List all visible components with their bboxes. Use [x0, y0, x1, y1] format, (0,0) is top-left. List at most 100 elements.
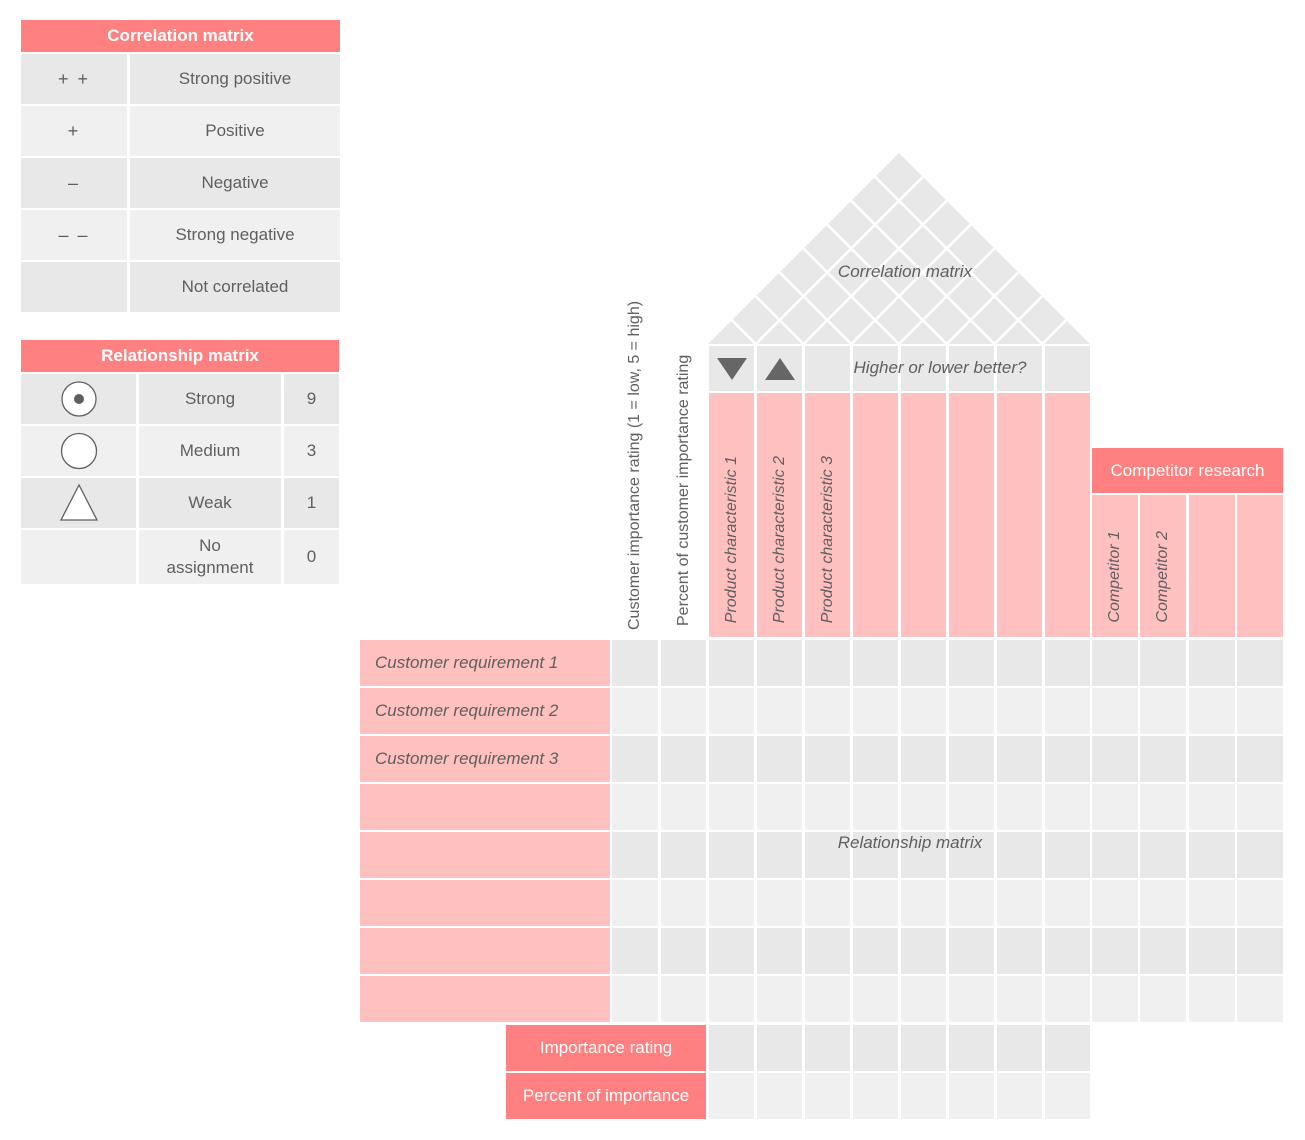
relationship-cell[interactable] — [1045, 736, 1090, 782]
percent-importance-value-cell[interactable] — [901, 1073, 946, 1119]
competitor-cell[interactable] — [1236, 784, 1283, 830]
percent-importance-cell[interactable] — [661, 688, 706, 734]
relationship-cell[interactable] — [757, 784, 802, 830]
relationship-cell[interactable] — [853, 784, 898, 830]
competitor-header[interactable] — [1236, 495, 1283, 637]
competitor-cell[interactable] — [1188, 928, 1235, 974]
competitor-cell[interactable] — [1140, 688, 1187, 734]
percent-importance-cell[interactable] — [661, 832, 706, 878]
relationship-cell[interactable] — [805, 976, 850, 1022]
relationship-cell[interactable] — [853, 736, 898, 782]
direction-cell[interactable] — [757, 346, 802, 391]
competitor-cell[interactable] — [1188, 688, 1235, 734]
relationship-cell[interactable] — [805, 880, 850, 926]
relationship-cell[interactable] — [901, 928, 946, 974]
relationship-cell[interactable] — [949, 688, 994, 734]
percent-importance-value-cell[interactable] — [757, 1073, 802, 1119]
relationship-cell[interactable] — [757, 928, 802, 974]
competitor-cell[interactable] — [1236, 832, 1283, 878]
product-characteristic-header[interactable]: Product characteristic 3 — [805, 393, 850, 637]
percent-importance-value-cell[interactable] — [853, 1073, 898, 1119]
competitor-cell[interactable] — [1236, 736, 1283, 782]
importance-rating-value-cell[interactable] — [853, 1025, 898, 1071]
importance-rating-cell[interactable] — [612, 976, 658, 1022]
competitor-cell[interactable] — [1236, 880, 1283, 926]
relationship-cell[interactable] — [757, 736, 802, 782]
direction-cell[interactable] — [709, 346, 754, 391]
product-characteristic-header[interactable] — [853, 393, 898, 637]
competitor-cell[interactable] — [1092, 976, 1138, 1022]
customer-requirement[interactable]: Customer requirement 2 — [360, 688, 610, 734]
relationship-cell[interactable] — [997, 832, 1042, 878]
competitor-cell[interactable] — [1140, 736, 1187, 782]
importance-rating-value-cell[interactable] — [805, 1025, 850, 1071]
relationship-cell[interactable] — [901, 880, 946, 926]
relationship-cell[interactable] — [949, 640, 994, 686]
customer-requirement[interactable] — [360, 880, 610, 926]
relationship-cell[interactable] — [997, 784, 1042, 830]
percent-importance-value-cell[interactable] — [709, 1073, 754, 1119]
competitor-cell[interactable] — [1236, 976, 1283, 1022]
customer-requirement[interactable] — [360, 928, 610, 974]
relationship-cell[interactable] — [805, 784, 850, 830]
relationship-cell[interactable] — [757, 688, 802, 734]
competitor-cell[interactable] — [1092, 784, 1138, 830]
customer-requirement[interactable]: Customer requirement 1 — [360, 640, 610, 686]
relationship-cell[interactable] — [901, 976, 946, 1022]
relationship-cell[interactable] — [853, 688, 898, 734]
competitor-cell[interactable] — [1140, 880, 1187, 926]
importance-rating-value-cell[interactable] — [757, 1025, 802, 1071]
relationship-cell[interactable] — [1045, 784, 1090, 830]
relationship-cell[interactable] — [709, 688, 754, 734]
competitor-cell[interactable] — [1140, 832, 1187, 878]
relationship-cell[interactable] — [949, 736, 994, 782]
competitor-cell[interactable] — [1092, 736, 1138, 782]
product-characteristic-header[interactable]: Product characteristic 2 — [757, 393, 802, 637]
relationship-cell[interactable] — [949, 928, 994, 974]
relationship-cell[interactable] — [901, 688, 946, 734]
competitor-cell[interactable] — [1092, 688, 1138, 734]
relationship-cell[interactable] — [805, 640, 850, 686]
product-characteristic-header[interactable] — [997, 393, 1042, 637]
customer-requirement[interactable] — [360, 832, 610, 878]
relationship-cell[interactable] — [997, 640, 1042, 686]
competitor-cell[interactable] — [1188, 880, 1235, 926]
relationship-cell[interactable] — [997, 976, 1042, 1022]
competitor-cell[interactable] — [1092, 832, 1138, 878]
importance-rating-value-cell[interactable] — [997, 1025, 1042, 1071]
relationship-cell[interactable] — [1045, 928, 1090, 974]
relationship-cell[interactable] — [997, 736, 1042, 782]
competitor-cell[interactable] — [1140, 784, 1187, 830]
relationship-cell[interactable] — [853, 640, 898, 686]
competitor-cell[interactable] — [1188, 640, 1235, 686]
direction-cell[interactable] — [1045, 346, 1090, 391]
percent-importance-cell[interactable] — [661, 784, 706, 830]
importance-rating-value-cell[interactable] — [1045, 1025, 1090, 1071]
competitor-cell[interactable] — [1236, 928, 1283, 974]
competitor-header[interactable]: Competitor 2 — [1140, 495, 1187, 637]
relationship-cell[interactable] — [1045, 880, 1090, 926]
product-characteristic-header[interactable] — [1045, 393, 1090, 637]
relationship-cell[interactable] — [805, 688, 850, 734]
relationship-cell[interactable] — [997, 928, 1042, 974]
percent-importance-value-cell[interactable] — [1045, 1073, 1090, 1119]
percent-importance-value-cell[interactable] — [997, 1073, 1042, 1119]
importance-rating-cell[interactable] — [612, 784, 658, 830]
relationship-cell[interactable] — [1045, 832, 1090, 878]
relationship-cell[interactable] — [949, 880, 994, 926]
relationship-cell[interactable] — [1045, 640, 1090, 686]
relationship-cell[interactable] — [949, 784, 994, 830]
competitor-header[interactable]: Competitor 1 — [1092, 495, 1138, 637]
relationship-cell[interactable] — [853, 976, 898, 1022]
competitor-cell[interactable] — [1188, 832, 1235, 878]
competitor-cell[interactable] — [1188, 736, 1235, 782]
relationship-cell[interactable] — [853, 880, 898, 926]
relationship-cell[interactable] — [901, 736, 946, 782]
relationship-cell[interactable] — [709, 640, 754, 686]
importance-rating-cell[interactable] — [612, 928, 658, 974]
relationship-cell[interactable] — [949, 976, 994, 1022]
relationship-cell[interactable] — [805, 736, 850, 782]
importance-rating-value-cell[interactable] — [949, 1025, 994, 1071]
percent-importance-cell[interactable] — [661, 976, 706, 1022]
percent-importance-cell[interactable] — [661, 880, 706, 926]
